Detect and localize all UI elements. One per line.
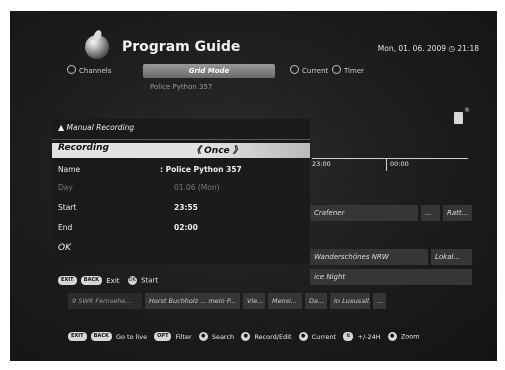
dialog-title: ▲ Manual Recording [58,123,134,132]
back-key-icon[interactable]: BACK [80,276,103,285]
dialog-title-text: Manual Recording [66,123,135,132]
grid-row: Wanderschönes NRW Lokal... [310,249,472,265]
day-label: Day [58,183,73,192]
time-slot: 23:00 [312,160,331,168]
search-key-icon[interactable]: ● [198,332,208,341]
start-value[interactable]: 23:55 [174,203,198,212]
program-cell[interactable]: Ratt... [443,205,472,221]
remote-icon [454,107,470,124]
start-field[interactable]: Start 23:55 [52,201,310,216]
start-label: Start [140,276,159,285]
current-key-icon[interactable]: ● [298,332,308,341]
program-cell[interactable]: ice Night [310,269,472,285]
day-field: Day 01.06 (Mon) [52,181,310,196]
channel-name-cell[interactable]: 9 SWR Fernsehe... [68,293,142,309]
tab-current[interactable]: Current [290,64,328,78]
back-key-icon[interactable]: BACK [90,332,112,341]
grid-row: ice Night [310,269,472,285]
exit-key-icon[interactable]: EXIT [58,276,77,285]
program-cell[interactable]: Mensi... [268,293,302,309]
end-field[interactable]: End 02:00 [52,221,310,236]
program-cell[interactable]: ... [421,205,440,221]
end-value[interactable]: 02:00 [174,223,198,232]
tab-grid-mode[interactable]: Grid Mode [143,64,275,78]
radio-icon [332,65,341,74]
channel-row: 9 SWR Fernsehe... Horst Buchholz ... mei… [68,293,480,309]
go-to-live-label: Go to live [115,332,148,341]
radio-icon [290,65,299,74]
mode-tabs: Channels Grid Mode Current Timer [67,64,497,78]
exit-key-icon[interactable]: EXIT [68,332,87,341]
record-key-icon[interactable]: ● [241,332,251,341]
program-cell[interactable]: Horst Buchholz ... mein P... [145,293,240,309]
tab-timer-label: Timer [344,67,365,75]
grid-row: Crafener ... Ratt... [310,205,472,221]
current-program-label: Police Python 357 [150,83,213,91]
zoom-label: Zoom [400,332,420,341]
dialog-footer: EXIT BACK Exit OK Start [58,276,158,285]
zoom-key-icon[interactable]: ● [387,332,397,341]
manual-recording-dialog: ▲ Manual Recording Recording 《 Once 》 Na… [52,119,310,264]
exit-label: Exit [106,276,120,285]
warning-icon: ▲ [58,123,65,132]
recording-label: Recording [58,143,109,153]
name-field[interactable]: Name : Police Python 357 [52,163,310,178]
record-edit-label: Record/Edit [254,332,292,341]
current-label: Current [311,332,337,341]
time-shift-label: +/-24H [357,332,381,341]
program-cell[interactable]: Wanderschönes NRW [310,249,428,265]
recording-value[interactable]: 《 Once 》 [192,143,242,156]
key-legend: EXIT BACK Go to live OPT Filter ● Search… [68,332,420,341]
recording-field[interactable]: Recording 《 Once 》 [52,143,310,158]
search-label: Search [211,332,235,341]
day-value: 01.06 (Mon) [174,183,220,192]
page-title: Program Guide [122,39,241,55]
ok-button[interactable]: OK [58,243,71,253]
start-label: Start [58,203,77,212]
ok-key-icon[interactable]: OK [127,276,137,285]
channel-updown-icon[interactable]: ⇅ [343,332,354,341]
program-cell[interactable]: Da... [305,293,327,309]
date-time: Mon, 01. 06. 2009 ◷ 21:18 [377,44,479,53]
program-cell[interactable]: Vie... [243,293,265,309]
program-cell[interactable]: Lokal... [431,249,472,265]
divider [386,159,387,171]
program-cell[interactable]: Crafener [310,205,418,221]
filter-label: Filter [175,332,192,341]
tab-current-label: Current [302,67,329,75]
program-cell[interactable]: ... [373,293,386,309]
opt-key-icon[interactable]: OPT [154,332,172,341]
tv-screen: Program Guide Mon, 01. 06. 2009 ◷ 21:18 … [10,11,497,361]
program-cell[interactable]: In Luxusall... [330,293,370,309]
program-guide-logo-icon [85,35,109,59]
radio-icon [67,65,76,74]
tab-channels[interactable]: Channels [67,64,111,78]
tab-channels-label: Channels [79,67,112,75]
tab-timer[interactable]: Timer [332,64,364,78]
divider [52,139,310,140]
grid-time-header: 23:00 00:00 [312,158,468,171]
time-slot: 00:00 [390,160,409,168]
name-value: : Police Python 357 [160,165,242,174]
name-label: Name [58,165,81,174]
end-label: End [58,223,73,232]
